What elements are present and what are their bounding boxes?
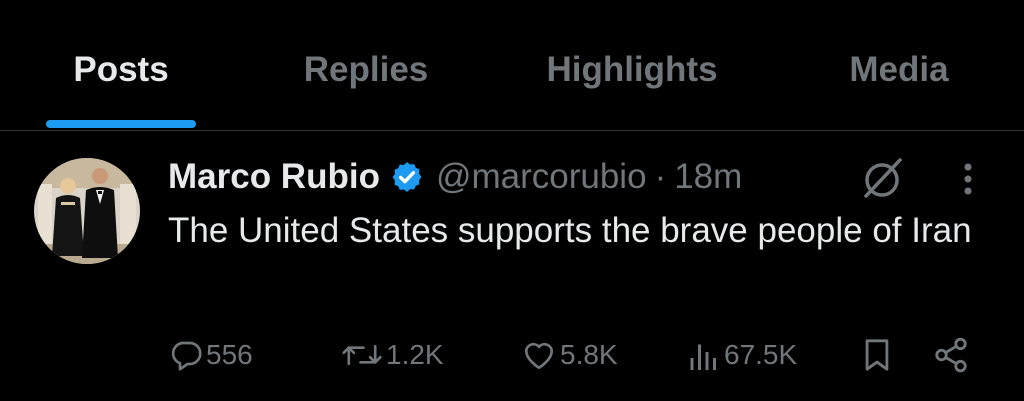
post-header: Marco Rubio @marcorubio · 18m: [168, 150, 742, 204]
avatar[interactable]: [34, 158, 140, 264]
bookmark-icon: [860, 336, 894, 374]
author-handle[interactable]: @marcorubio: [436, 157, 647, 197]
tab-posts[interactable]: Posts: [46, 44, 196, 96]
more-options-icon[interactable]: [956, 160, 980, 198]
tab-replies[interactable]: Replies: [286, 44, 446, 96]
active-tab-indicator: [46, 120, 196, 128]
post-text: The United States supports the brave peo…: [168, 211, 972, 250]
tab-highlights[interactable]: Highlights: [522, 44, 742, 96]
like-count: 5.8K: [560, 339, 618, 370]
repost-button[interactable]: 1.2K: [340, 333, 444, 377]
grok-icon[interactable]: [858, 156, 906, 200]
views-button[interactable]: 67.5K: [686, 333, 797, 377]
share-icon: [932, 336, 970, 374]
tabs-divider: [0, 130, 1024, 131]
profile-tabs: Posts Replies Highlights Media: [0, 0, 1024, 131]
heart-icon: [520, 337, 558, 373]
author-name[interactable]: Marco Rubio: [168, 157, 380, 197]
reply-count: 556: [206, 339, 253, 370]
analytics-icon: [686, 337, 722, 373]
reply-icon: [168, 337, 204, 373]
verified-badge-icon: [390, 160, 424, 194]
reply-button[interactable]: 556: [168, 333, 253, 377]
repost-count: 1.2K: [386, 339, 444, 370]
tab-media[interactable]: Media: [830, 44, 968, 96]
views-count: 67.5K: [724, 339, 798, 370]
post-time[interactable]: 18m: [674, 157, 742, 197]
like-button[interactable]: 5.8K: [520, 333, 618, 377]
separator-dot: ·: [654, 157, 667, 196]
repost-icon: [340, 337, 384, 373]
bookmark-button[interactable]: [860, 333, 894, 377]
share-button[interactable]: [932, 333, 970, 377]
